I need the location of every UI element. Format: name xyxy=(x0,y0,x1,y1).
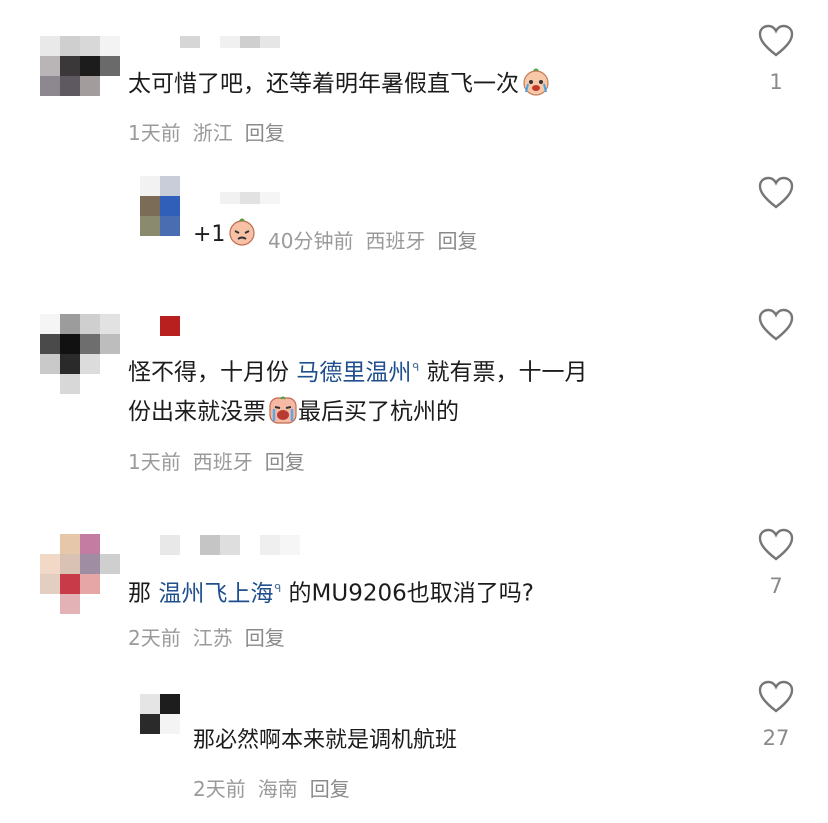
comment-meta: 1天前 西班牙 回复 xyxy=(128,446,317,475)
location: 江苏 xyxy=(192,626,233,650)
timestamp: 1天前 xyxy=(128,450,181,474)
timestamp: 2天前 xyxy=(193,777,246,801)
username[interactable] xyxy=(180,36,300,48)
comment-meta: 1天前 浙江 回复 xyxy=(128,117,297,146)
heart-icon[interactable] xyxy=(758,308,794,342)
comment-meta: 40分钟前 西班牙 回复 xyxy=(268,225,489,254)
comment-text: 怪不得，十月份 马德里温州ᑫ 就有票，十一月 xyxy=(128,359,588,386)
reply-button[interactable]: 回复 xyxy=(245,121,285,145)
username[interactable] xyxy=(220,192,280,204)
avatar[interactable] xyxy=(40,314,120,394)
comment-text-line2: 份出来就没票 最后买了杭州的 xyxy=(128,394,459,430)
like-count: 7 xyxy=(769,574,783,598)
location: 海南 xyxy=(257,777,298,801)
reply-button[interactable]: 回复 xyxy=(245,626,285,650)
comment-meta: 2天前 江苏 回复 xyxy=(128,622,297,651)
crying-face-emoji xyxy=(523,68,549,96)
comment-meta: 2天前 海南 回复 xyxy=(193,773,362,802)
username[interactable] xyxy=(160,316,180,336)
comment-text: +1 xyxy=(193,217,257,253)
avatar[interactable] xyxy=(140,176,180,236)
avatar[interactable] xyxy=(140,694,180,734)
location: 浙江 xyxy=(192,121,233,145)
avatar[interactable] xyxy=(40,36,120,96)
search-link[interactable]: 温州飞上海ᑫ xyxy=(158,581,281,607)
heart-icon[interactable] xyxy=(758,176,794,210)
reply-button[interactable]: 回复 xyxy=(437,229,477,253)
location: 西班牙 xyxy=(365,229,426,253)
username[interactable] xyxy=(160,535,300,555)
timestamp: 2天前 xyxy=(128,626,181,650)
timestamp: 40分钟前 xyxy=(268,229,354,253)
comment-text: 太可惜了吧，还等着明年暑假直飞一次 xyxy=(128,66,551,102)
heart-icon[interactable] xyxy=(758,24,794,58)
timestamp: 1天前 xyxy=(128,121,181,145)
like-count: 1 xyxy=(769,70,783,94)
pouting-face-emoji xyxy=(229,218,256,246)
location: 西班牙 xyxy=(192,450,253,474)
search-link[interactable]: 马德里温州ᑫ xyxy=(296,360,419,386)
comment-text: 那必然啊本来就是调机航班 xyxy=(193,728,458,753)
heart-icon[interactable] xyxy=(758,680,794,714)
like-count: 27 xyxy=(762,726,790,750)
reply-button[interactable]: 回复 xyxy=(265,450,305,474)
comment-text: 那 温州飞上海ᑫ 的MU9206也取消了吗? xyxy=(128,580,534,607)
reply-button[interactable]: 回复 xyxy=(310,777,350,801)
avatar[interactable] xyxy=(40,534,120,614)
heart-icon[interactable] xyxy=(758,528,794,562)
crying-loudly-emoji xyxy=(269,396,297,424)
